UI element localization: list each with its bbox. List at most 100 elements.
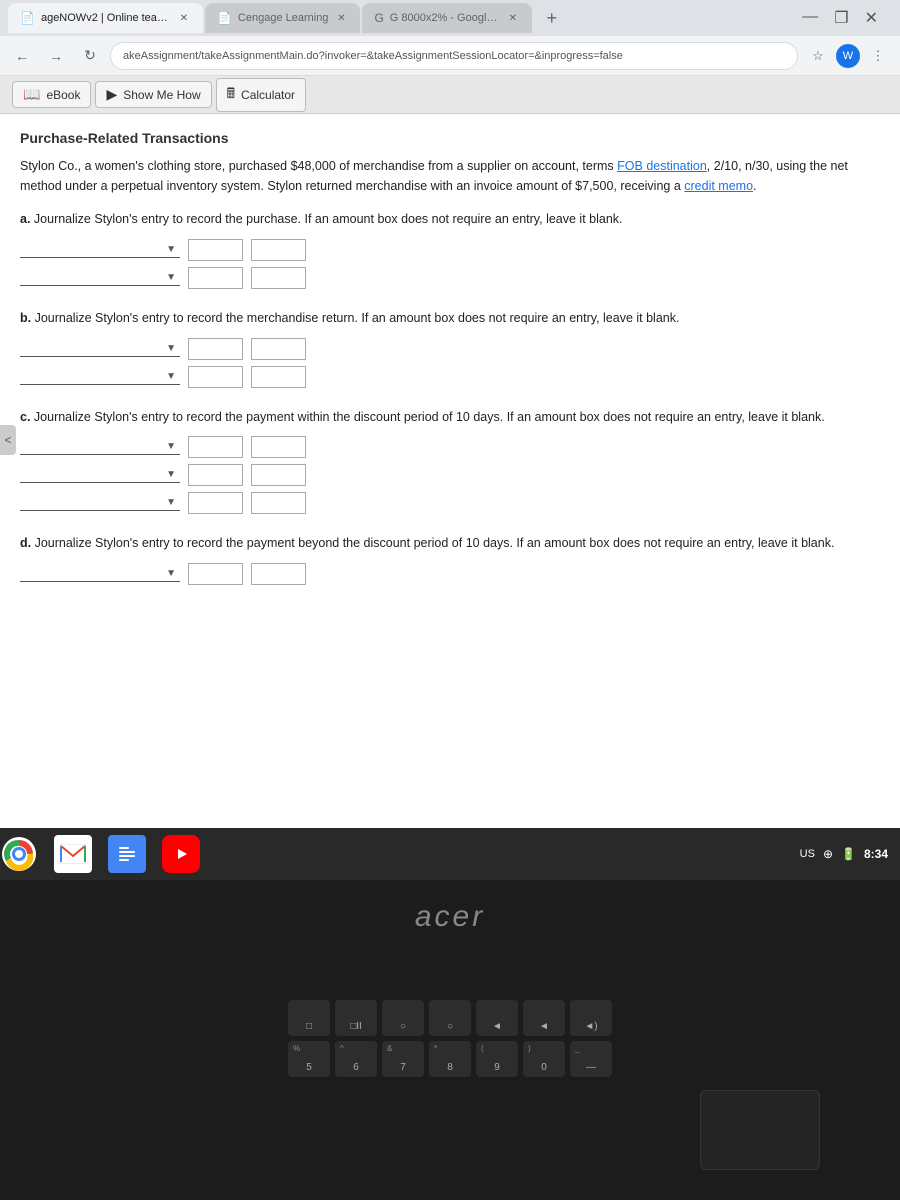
key-minus[interactable]: _ — bbox=[570, 1041, 612, 1077]
region-indicator: US bbox=[800, 848, 815, 860]
key-0[interactable]: ) 0 bbox=[523, 1041, 565, 1077]
show-me-how-label: Show Me How bbox=[123, 88, 200, 102]
key-search[interactable]: ○ bbox=[382, 1000, 424, 1036]
window-controls: — ❐ ✕ bbox=[796, 8, 892, 28]
chrome-taskbar-icon[interactable] bbox=[0, 835, 38, 873]
browser-frame: 📄 ageNOWv2 | Online teachin ✕ 📄 Cengage … bbox=[0, 0, 900, 880]
calculator-button[interactable]: 🖩 Calculator bbox=[216, 78, 306, 112]
dropdown-arrow-c1: ▼ bbox=[166, 441, 176, 452]
debit-box-a2[interactable] bbox=[188, 267, 243, 289]
address-bar: ← → ↻ akeAssignment/takeAssignmentMain.d… bbox=[0, 36, 900, 76]
docs-taskbar-icon[interactable] bbox=[108, 835, 146, 873]
table-row: ▼ bbox=[20, 436, 880, 458]
key-brightness-down[interactable]: ◄ bbox=[476, 1000, 518, 1036]
minimize-button[interactable]: — bbox=[796, 8, 824, 28]
key-back[interactable]: ○ bbox=[429, 1000, 471, 1036]
credit-memo-link[interactable]: credit memo bbox=[684, 179, 753, 193]
account-dropdown-c1[interactable]: ▼ bbox=[20, 439, 180, 455]
table-row: ▼ bbox=[20, 464, 880, 486]
credit-box-a1[interactable] bbox=[251, 239, 306, 261]
key-9[interactable]: ( 9 bbox=[476, 1041, 518, 1077]
tab-active[interactable]: 📄 ageNOWv2 | Online teachin ✕ bbox=[8, 3, 203, 33]
show-me-how-button[interactable]: ▶ Show Me How bbox=[95, 81, 211, 108]
ebook-button[interactable]: 📖 eBook bbox=[12, 81, 91, 108]
section-title: Purchase-Related Transactions bbox=[20, 130, 880, 146]
account-dropdown-d1[interactable]: ▼ bbox=[20, 566, 180, 582]
credit-box-b2[interactable] bbox=[251, 366, 306, 388]
credit-box-c1[interactable] bbox=[251, 436, 306, 458]
debit-box-c1[interactable] bbox=[188, 436, 243, 458]
tab-cengage[interactable]: 📄 Cengage Learning ✕ bbox=[205, 3, 360, 33]
table-row: ▼ bbox=[20, 563, 880, 585]
account-dropdown-c2[interactable]: ▼ bbox=[20, 467, 180, 483]
dropdown-arrow-d1: ▼ bbox=[166, 568, 176, 579]
credit-box-c3[interactable] bbox=[251, 492, 306, 514]
status-bar: US ⊕ 🔋 8:34 bbox=[800, 828, 900, 880]
close-button[interactable]: ✕ bbox=[859, 8, 884, 28]
acer-logo: acer bbox=[415, 900, 485, 905]
tab-close-cengage[interactable]: ✕ bbox=[334, 11, 348, 25]
question-b-text: b. Journalize Stylon's entry to record t… bbox=[20, 309, 880, 328]
battery-icon: 🔋 bbox=[841, 847, 856, 861]
debit-box-c2[interactable] bbox=[188, 464, 243, 486]
key-8[interactable]: * 8 bbox=[429, 1041, 471, 1077]
touchpad[interactable] bbox=[700, 1090, 820, 1170]
side-arrow-button[interactable]: < bbox=[0, 425, 16, 455]
account-dropdown-c3[interactable]: ▼ bbox=[20, 495, 180, 511]
key-7[interactable]: & 7 bbox=[382, 1041, 424, 1077]
calculator-icon: 🖩 bbox=[227, 83, 235, 107]
account-dropdown-b2[interactable]: ▼ bbox=[20, 369, 180, 385]
show-me-how-icon: ▶ bbox=[106, 86, 117, 103]
account-dropdown-b1[interactable]: ▼ bbox=[20, 341, 180, 357]
credit-box-d1[interactable] bbox=[251, 563, 306, 585]
table-row: ▼ bbox=[20, 239, 880, 261]
key-screen[interactable]: □ bbox=[288, 1000, 330, 1036]
maximize-button[interactable]: ❐ bbox=[828, 8, 854, 28]
debit-box-b1[interactable] bbox=[188, 338, 243, 360]
ebook-icon: 📖 bbox=[23, 86, 40, 103]
account-icon[interactable]: W bbox=[836, 44, 860, 68]
debit-box-a1[interactable] bbox=[188, 239, 243, 261]
key-multiscreen[interactable]: □II bbox=[335, 1000, 377, 1036]
debit-box-b2[interactable] bbox=[188, 366, 243, 388]
gmail-taskbar-icon[interactable] bbox=[54, 835, 92, 873]
credit-box-a2[interactable] bbox=[251, 267, 306, 289]
reload-button[interactable]: ↻ bbox=[76, 42, 104, 70]
question-d-text: d. Journalize Stylon's entry to record t… bbox=[20, 534, 880, 553]
url-bar[interactable]: akeAssignment/takeAssignmentMain.do?invo… bbox=[110, 42, 798, 70]
key-volume[interactable]: ◄) bbox=[570, 1000, 612, 1036]
key-brightness-up[interactable]: ◄ bbox=[523, 1000, 565, 1036]
key-5[interactable]: % 5 bbox=[288, 1041, 330, 1077]
network-icon: ⊕ bbox=[823, 847, 833, 861]
back-button[interactable]: ← bbox=[8, 42, 36, 70]
credit-box-b1[interactable] bbox=[251, 338, 306, 360]
debit-box-c3[interactable] bbox=[188, 492, 243, 514]
account-dropdown-a2[interactable]: ▼ bbox=[20, 270, 180, 286]
dropdown-arrow-a1: ▼ bbox=[166, 244, 176, 255]
new-tab-button[interactable]: + bbox=[538, 4, 566, 32]
key-6[interactable]: ^ 6 bbox=[335, 1041, 377, 1077]
tab-active-label: ageNOWv2 | Online teachin bbox=[41, 12, 171, 24]
star-icon[interactable]: ☆ bbox=[804, 42, 832, 70]
app-toolbar: 📖 eBook ▶ Show Me How 🖩 Calculator bbox=[0, 76, 900, 114]
question-d-rows: ▼ bbox=[20, 563, 880, 585]
extensions-icon[interactable]: ⋮ bbox=[864, 42, 892, 70]
youtube-taskbar-icon[interactable] bbox=[162, 835, 200, 873]
tab-google-label: G 8000x2% - Google Search bbox=[390, 12, 500, 24]
account-dropdown-a1[interactable]: ▼ bbox=[20, 242, 180, 258]
question-c-section: c. Journalize Stylon's entry to record t… bbox=[20, 408, 880, 515]
tab-google[interactable]: G G 8000x2% - Google Search ✕ bbox=[362, 3, 531, 33]
taskbar: US ⊕ 🔋 8:34 bbox=[0, 828, 900, 880]
tab-close-active[interactable]: ✕ bbox=[177, 11, 191, 25]
tab-cengage-label: Cengage Learning bbox=[238, 12, 329, 24]
forward-button[interactable]: → bbox=[42, 42, 70, 70]
fob-link[interactable]: FOB destination bbox=[617, 159, 707, 173]
keyboard-row-fn: □ □II ○ ○ ◄ ◄ ◄) bbox=[60, 1000, 840, 1036]
url-text: akeAssignment/takeAssignmentMain.do?invo… bbox=[123, 50, 623, 62]
credit-box-c2[interactable] bbox=[251, 464, 306, 486]
tab-close-google[interactable]: ✕ bbox=[506, 11, 520, 25]
dropdown-arrow-b1: ▼ bbox=[166, 343, 176, 354]
debit-box-d1[interactable] bbox=[188, 563, 243, 585]
keyboard: □ □II ○ ○ ◄ ◄ ◄) % 5 bbox=[60, 1000, 840, 1082]
laptop-keyboard-area: acer □ □II ○ ○ ◄ ◄ ◄) bbox=[0, 880, 900, 1200]
